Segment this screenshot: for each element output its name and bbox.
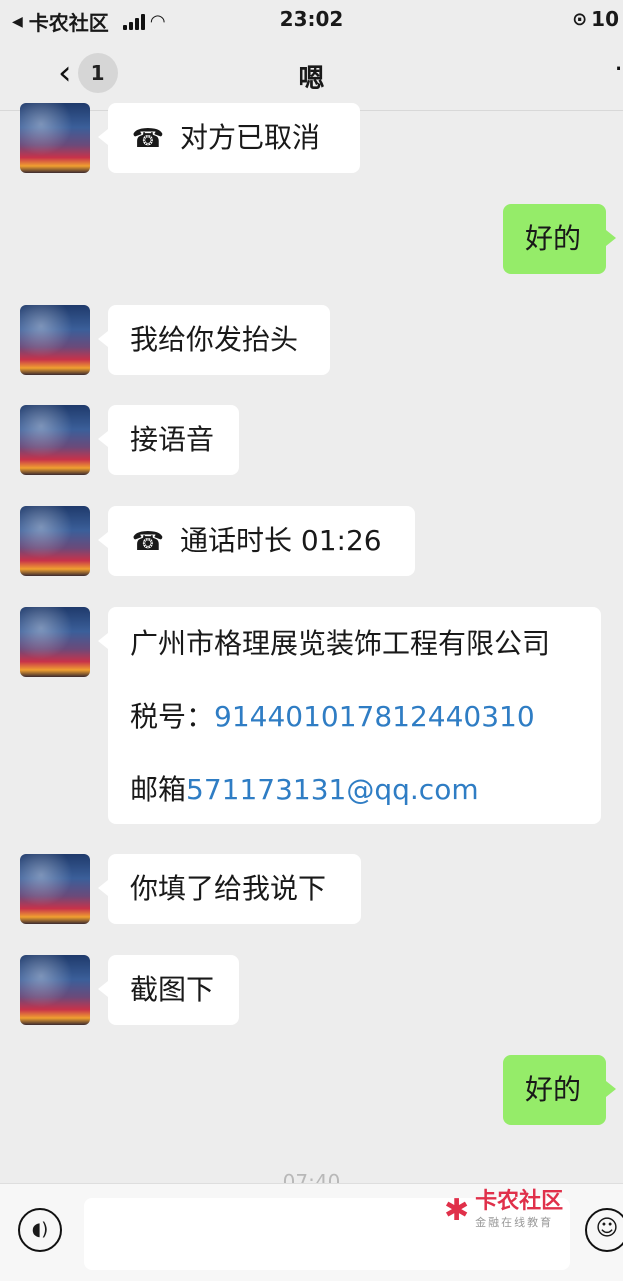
watermark: ✱ 卡农社区 金融在线教育 xyxy=(444,1190,563,1230)
watermark-subtitle: 金融在线教育 xyxy=(475,1216,554,1229)
emoji-icon[interactable]: ☺ xyxy=(585,1208,623,1252)
outgoing-message-bubble[interactable]: 好的 xyxy=(503,204,616,274)
status-time: 23:02 xyxy=(279,7,344,31)
contact-avatar[interactable] xyxy=(20,955,90,1025)
email-label: 邮箱 xyxy=(130,773,187,806)
outgoing-message-bubble[interactable]: 好的 xyxy=(503,1055,616,1125)
call-status-text: 对方已取消 xyxy=(180,121,321,154)
contact-avatar[interactable] xyxy=(20,506,90,576)
watermark-title: 卡农社区 xyxy=(475,1189,564,1214)
phone-hangup-icon: ☎ xyxy=(131,124,165,154)
incoming-message-bubble[interactable]: 我给你发抬头 xyxy=(98,305,330,375)
contact-avatar[interactable] xyxy=(20,103,90,173)
incoming-message-bubble[interactable]: 接语音 xyxy=(98,405,239,475)
message-text: 接语音 xyxy=(130,423,215,456)
call-status-bubble[interactable]: ☎ 对方已取消 xyxy=(98,103,360,173)
call-duration-bubble[interactable]: ☎ 通话时长 01:26 xyxy=(98,506,415,576)
status-bar: ◀ 卡农社区 ◠ 23:02 ⊙ 10 xyxy=(0,0,623,40)
voice-icon[interactable]: ◖) xyxy=(18,1208,62,1252)
watermark-logo-icon: ✱ xyxy=(444,1192,470,1228)
battery-level: 10 xyxy=(591,7,619,31)
incoming-message-bubble[interactable]: 你填了给我说下 xyxy=(98,854,361,924)
phone-hangup-icon: ☎ xyxy=(131,527,165,557)
contact-avatar[interactable] xyxy=(20,305,90,375)
message-text: 截图下 xyxy=(130,973,215,1006)
watermark-text: 卡农社区 金融在线教育 xyxy=(475,1190,563,1230)
tax-number-line: 税号：914401017812440310 xyxy=(130,680,579,753)
email-link[interactable]: 571173131@qq.com xyxy=(186,773,479,806)
tax-label: 税号： xyxy=(130,700,215,733)
orientation-lock-icon: ⊙ xyxy=(572,8,588,30)
contact-avatar[interactable] xyxy=(20,854,90,924)
message-text: 你填了给我说下 xyxy=(130,872,327,905)
chat-title: 嗯 xyxy=(298,64,325,94)
email-line: 邮箱571173131@qq.com xyxy=(130,753,579,826)
company-name: 广州市格理展览装饰工程有限公司 xyxy=(130,627,551,660)
status-right: ⊙ 10 xyxy=(572,7,619,31)
call-duration-text: 通话时长 01:26 xyxy=(180,524,382,557)
message-text: 我给你发抬头 xyxy=(130,323,299,356)
chat-nav-bar: ‹ 1 嗯 · xyxy=(0,40,623,111)
contact-avatar[interactable] xyxy=(20,607,90,677)
message-text: 好的 xyxy=(525,1073,582,1106)
incoming-message-bubble[interactable]: 截图下 xyxy=(98,955,239,1025)
contact-avatar[interactable] xyxy=(20,405,90,475)
more-icon[interactable]: · xyxy=(614,52,623,85)
message-text: 好的 xyxy=(525,222,582,255)
tax-number-link[interactable]: 914401017812440310 xyxy=(214,700,535,733)
invoice-info-bubble[interactable]: 广州市格理展览装饰工程有限公司 税号：914401017812440310 邮箱… xyxy=(98,607,601,826)
